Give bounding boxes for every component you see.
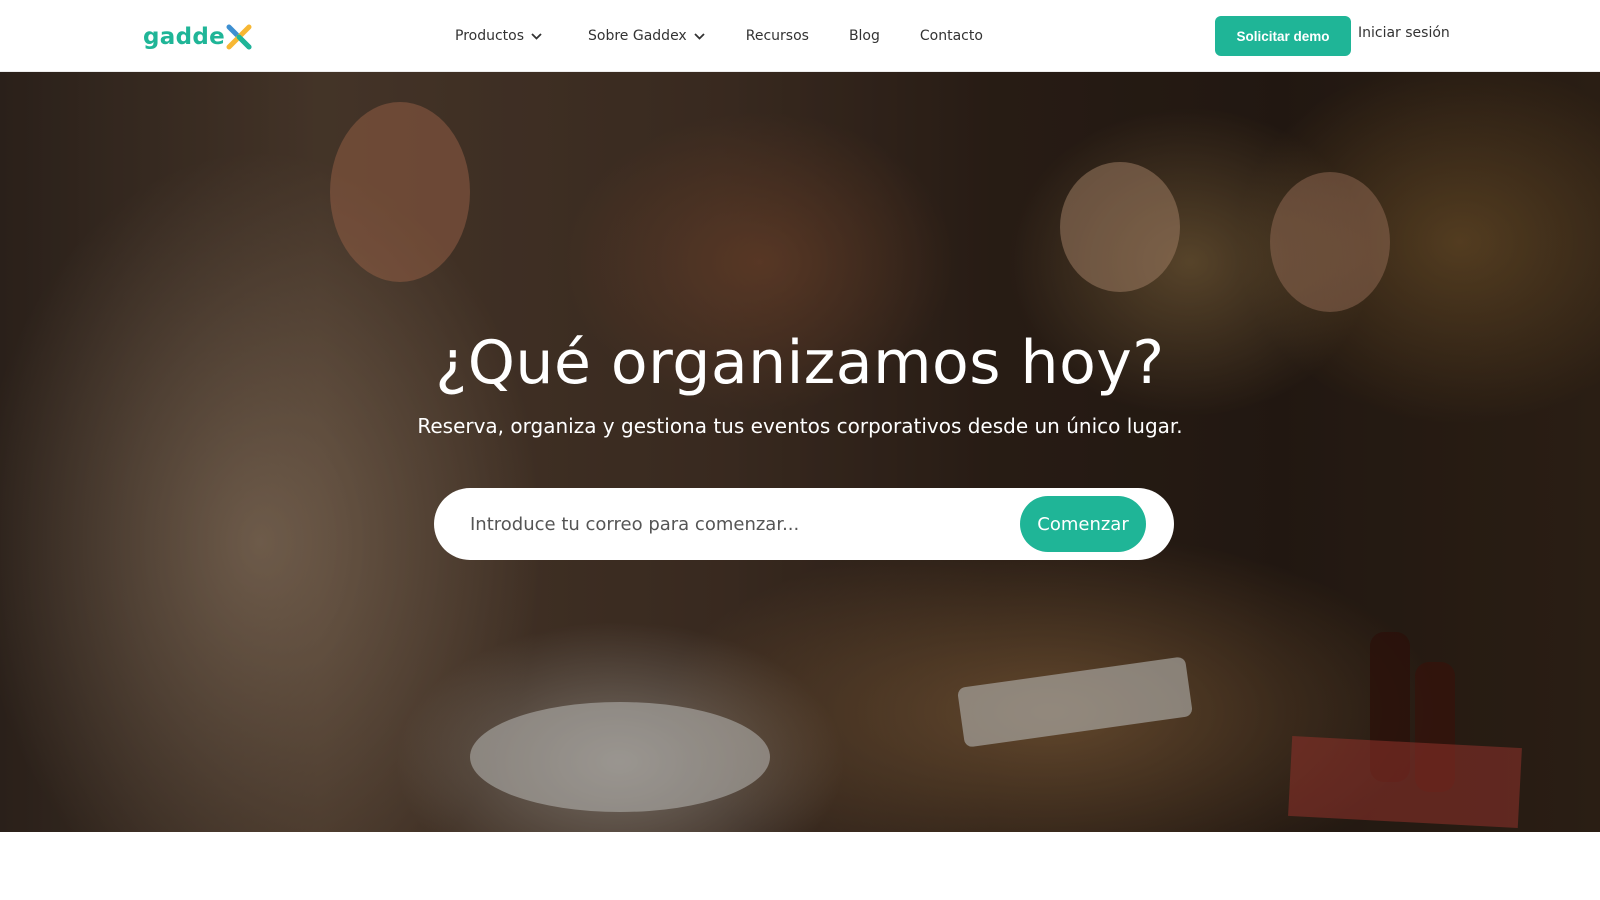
nav-item-label: Blog — [848, 28, 880, 44]
main-nav: Productos Sobre Gaddex Recursos Blog Con… — [455, 0, 1023, 72]
gaddex-logo[interactable]: gadde — [143, 22, 252, 52]
nav-item-contacto[interactable]: Contacto — [920, 28, 983, 44]
email-signup-form: Comenzar — [434, 488, 1174, 560]
nav-item-label: Sobre Gaddex — [588, 28, 687, 44]
hero-subtitle: Reserva, organiza y gestiona tus eventos… — [417, 414, 1183, 438]
hero-section: ¿Qué organizamos hoy? Reserva, organiza … — [0, 72, 1600, 832]
nav-item-label: Productos — [455, 28, 525, 44]
nav-item-label: Recursos — [745, 28, 809, 44]
chevron-down-icon — [694, 28, 705, 44]
login-link[interactable]: Iniciar sesión — [1358, 25, 1450, 41]
start-button[interactable]: Comenzar — [1020, 496, 1146, 552]
hero-title: ¿Qué organizamos hoy? — [435, 328, 1165, 398]
nav-item-productos[interactable]: Productos — [455, 28, 542, 44]
nav-item-blog[interactable]: Blog — [849, 28, 880, 44]
logo-x-icon — [226, 24, 252, 50]
nav-item-recursos[interactable]: Recursos — [746, 28, 809, 44]
chevron-down-icon — [531, 28, 542, 44]
nav-item-label: Contacto — [919, 28, 983, 44]
email-input[interactable] — [470, 488, 1010, 560]
hero-overlay — [0, 72, 1600, 832]
site-header: gadde Productos Sobre Gaddex Recursos Bl… — [0, 0, 1600, 72]
request-demo-button[interactable]: Solicitar demo — [1215, 16, 1351, 56]
logo-wordmark: gadde — [143, 23, 226, 50]
nav-item-sobre-gaddex[interactable]: Sobre Gaddex — [588, 28, 705, 44]
